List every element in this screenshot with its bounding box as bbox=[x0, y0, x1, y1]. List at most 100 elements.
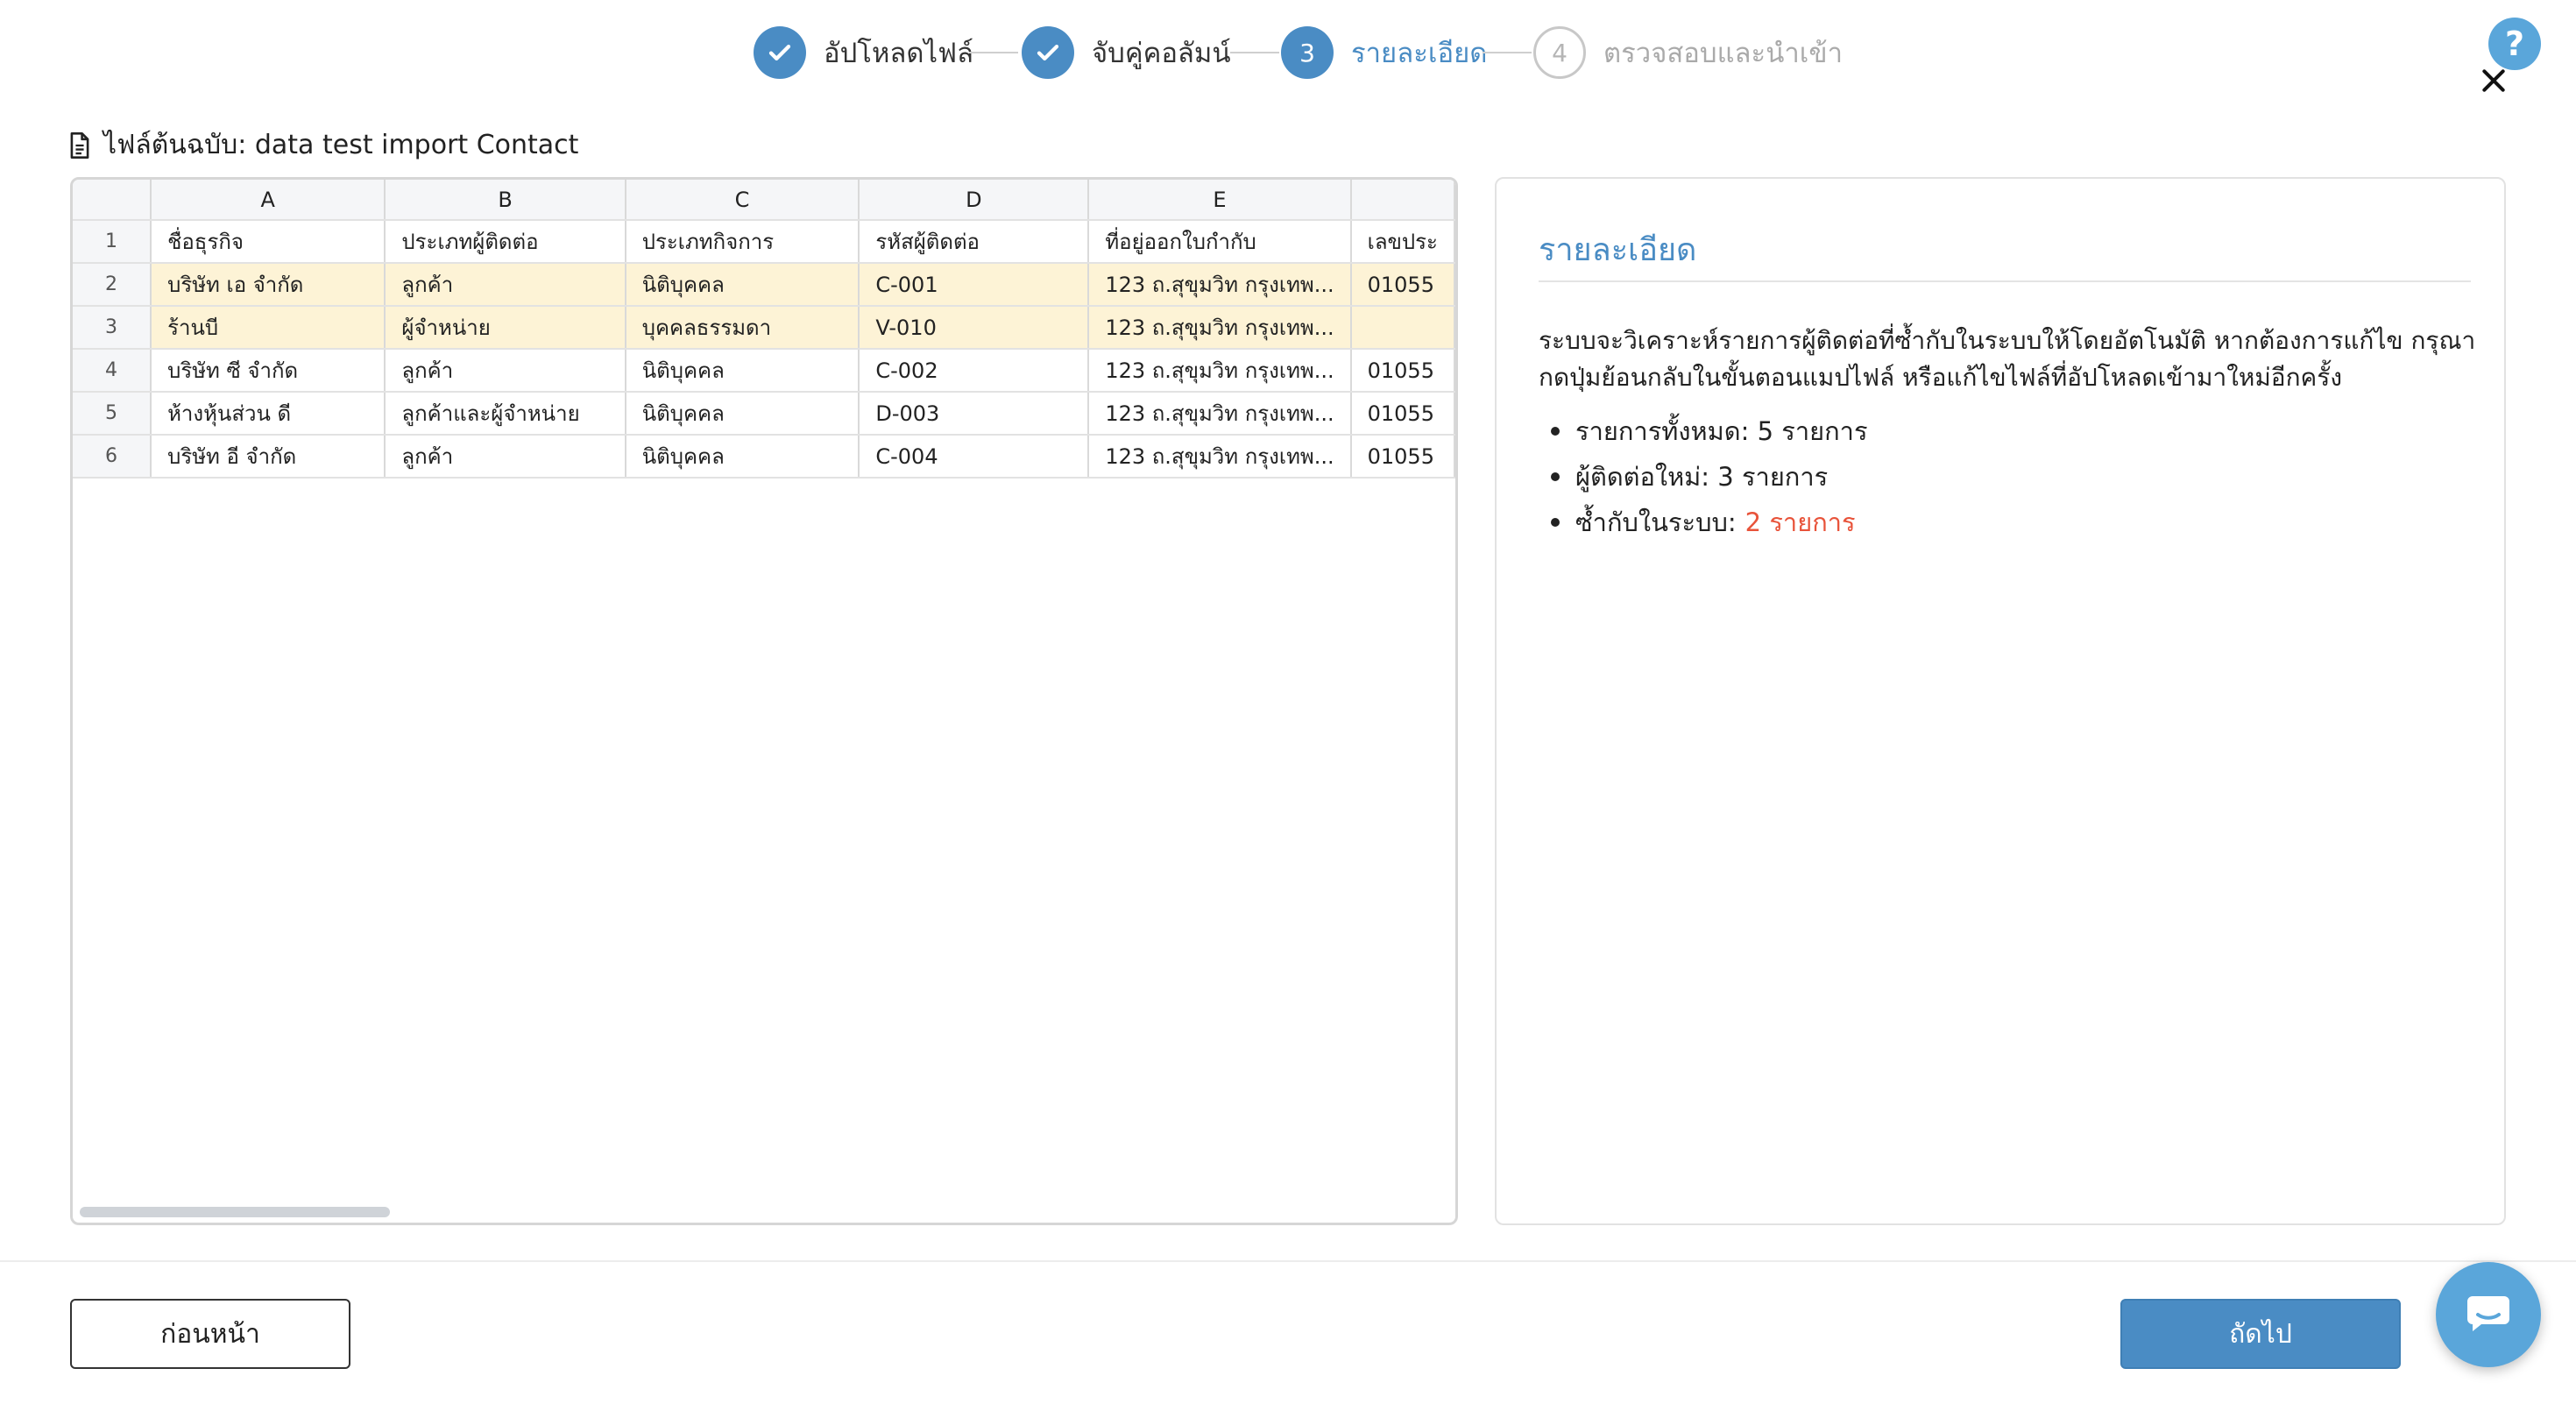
table-cell: 123 ถ.สุขุมวิท กรุงเทพ... bbox=[1088, 306, 1352, 350]
step-label: รายละเอียด bbox=[1351, 38, 1488, 69]
spreadsheet-table: A B C D E 1 ชื่อธุรกิจ ประเภทผู้ติดต่อ ป… bbox=[73, 180, 1455, 479]
next-button[interactable]: ถัดไป bbox=[2120, 1299, 2401, 1369]
bullet-icon bbox=[1551, 518, 1560, 527]
step-label: จับคู่คอลัมน์ bbox=[1092, 38, 1231, 69]
horizontal-scrollbar[interactable] bbox=[80, 1207, 390, 1217]
details-panel: รายละเอียด ระบบจะวิเคราะห์รายการผู้ติดต่… bbox=[1495, 177, 2506, 1225]
column-header-row: A B C D E bbox=[73, 180, 1455, 221]
table-cell: 123 ถ.สุขุมวิท กรุงเทพ... bbox=[1088, 349, 1352, 393]
table-cell: 123 ถ.สุขุมวิท กรุงเทพ... bbox=[1088, 263, 1352, 307]
column-header: C bbox=[625, 180, 860, 221]
step-upload-file: อัปโหลดไฟล์ bbox=[754, 25, 973, 81]
table-cell: บริษัท เอ จำกัด bbox=[151, 263, 386, 307]
details-description: ระบบจะวิเคราะห์รายการผู้ติดต่อที่ซ้ำกับใ… bbox=[1539, 326, 2476, 392]
new-count: ผู้ติดต่อใหม่: 3 รายการ bbox=[1575, 462, 1829, 492]
table-cell: ห้างหุ้นส่วน ดี bbox=[151, 392, 386, 436]
table-cell: บุคคลธรรมดา bbox=[625, 306, 860, 350]
step-review-import: 4 ตรวจสอบและนำเข้า bbox=[1533, 25, 1843, 81]
table-cell: ลูกค้าและผู้จำหน่าย bbox=[385, 392, 626, 436]
help-icon: ? bbox=[2504, 25, 2525, 63]
table-cell: 01055 bbox=[1350, 392, 1455, 436]
table-cell: นิติบุคคล bbox=[625, 435, 860, 479]
row-number: 4 bbox=[73, 349, 152, 393]
table-cell: รหัสผู้ติดต่อ bbox=[859, 220, 1090, 264]
spreadsheet-preview[interactable]: A B C D E 1 ชื่อธุรกิจ ประเภทผู้ติดต่อ ป… bbox=[70, 177, 1458, 1225]
column-header: A bbox=[151, 180, 386, 221]
chat-icon bbox=[2467, 1296, 2509, 1331]
table-cell: นิติบุคคล bbox=[625, 349, 860, 393]
step-connector bbox=[969, 52, 1018, 53]
divider bbox=[1539, 280, 2471, 282]
list-item: ซ้ำกับในระบบ: 2 รายการ bbox=[1539, 500, 1868, 545]
table-row-duplicate: 3 ร้านบี ผู้จำหน่าย บุคคลธรรมดา V-010 12… bbox=[73, 306, 1455, 350]
table-cell: 01055 bbox=[1350, 349, 1455, 393]
table-cell bbox=[1350, 306, 1455, 350]
table-cell: นิติบุคคล bbox=[625, 263, 860, 307]
table-cell: บริษัท ซี จำกัด bbox=[151, 349, 386, 393]
row-number: 3 bbox=[73, 306, 152, 350]
table-cell: นิติบุคคล bbox=[625, 392, 860, 436]
table-cell: C-001 bbox=[859, 263, 1090, 307]
bullet-icon bbox=[1551, 427, 1560, 436]
table-cell: เลขประ bbox=[1350, 220, 1455, 264]
bullet-icon bbox=[1551, 472, 1560, 481]
table-cell: ชื่อธุรกิจ bbox=[151, 220, 386, 264]
close-icon bbox=[2482, 69, 2505, 92]
step-number: 3 bbox=[1281, 26, 1334, 79]
column-header: E bbox=[1088, 180, 1352, 221]
chat-button[interactable] bbox=[2436, 1262, 2541, 1367]
table-row: 4 บริษัท ซี จำกัด ลูกค้า นิติบุคคล C-002… bbox=[73, 349, 1455, 393]
table-cell: D-003 bbox=[859, 392, 1090, 436]
table-cell: ประเภทกิจการ bbox=[625, 220, 860, 264]
step-label: อัปโหลดไฟล์ bbox=[824, 38, 974, 69]
step-number: 4 bbox=[1533, 26, 1586, 79]
table-cell: 01055 bbox=[1350, 435, 1455, 479]
duplicate-label: ซ้ำกับในระบบ: bbox=[1575, 507, 1737, 537]
row-number: 1 bbox=[73, 220, 152, 264]
check-icon bbox=[754, 26, 806, 79]
table-row: 5 ห้างหุ้นส่วน ดี ลูกค้าและผู้จำหน่าย นิ… bbox=[73, 392, 1455, 436]
column-header: D bbox=[859, 180, 1090, 221]
summary-list: รายการทั้งหมด: 5 รายการ ผู้ติดต่อใหม่: 3… bbox=[1539, 408, 1868, 545]
step-connector bbox=[1483, 52, 1532, 53]
table-cell: C-004 bbox=[859, 435, 1090, 479]
row-number: 2 bbox=[73, 263, 152, 307]
row-number: 5 bbox=[73, 392, 152, 436]
table-cell: C-002 bbox=[859, 349, 1090, 393]
list-item: ผู้ติดต่อใหม่: 3 รายการ bbox=[1539, 454, 1868, 500]
source-file-title: ไฟล์ต้นฉบับ: data test import Contact bbox=[68, 124, 578, 166]
import-stepper: อัปโหลดไฟล์ จับคู่คอลัมน์ 3 รายละเอียด 4… bbox=[0, 25, 2576, 81]
step-map-columns: จับคู่คอลัมน์ bbox=[1022, 25, 1231, 81]
column-header: B bbox=[385, 180, 626, 221]
footer-bar: ก่อนหน้า ถัดไป bbox=[0, 1260, 2576, 1404]
close-button[interactable] bbox=[2476, 63, 2511, 98]
table-cell: 01055 bbox=[1350, 263, 1455, 307]
table-row: 1 ชื่อธุรกิจ ประเภทผู้ติดต่อ ประเภทกิจกา… bbox=[73, 220, 1455, 264]
back-button[interactable]: ก่อนหน้า bbox=[70, 1299, 350, 1369]
help-button[interactable]: ? bbox=[2488, 18, 2541, 70]
table-row: 6 บริษัท อี จำกัด ลูกค้า นิติบุคคล C-004… bbox=[73, 435, 1455, 479]
step-details: 3 รายละเอียด bbox=[1281, 25, 1487, 81]
check-icon bbox=[1022, 26, 1074, 79]
file-name: ไฟล์ต้นฉบับ: data test import Contact bbox=[103, 130, 579, 160]
table-cell: ลูกค้า bbox=[385, 435, 626, 479]
list-item: รายการทั้งหมด: 5 รายการ bbox=[1539, 408, 1868, 454]
column-header bbox=[1350, 180, 1455, 221]
row-number: 6 bbox=[73, 435, 152, 479]
corner-cell bbox=[73, 180, 152, 221]
details-title: รายละเอียด bbox=[1539, 232, 1697, 268]
document-icon bbox=[70, 131, 89, 159]
table-cell: ลูกค้า bbox=[385, 263, 626, 307]
table-cell: ลูกค้า bbox=[385, 349, 626, 393]
table-cell: ประเภทผู้ติดต่อ bbox=[385, 220, 626, 264]
table-cell: 123 ถ.สุขุมวิท กรุงเทพ... bbox=[1088, 392, 1352, 436]
total-count: รายการทั้งหมด: 5 รายการ bbox=[1575, 416, 1868, 446]
table-cell: ผู้จำหน่าย bbox=[385, 306, 626, 350]
step-label: ตรวจสอบและนำเข้า bbox=[1603, 38, 1843, 69]
table-cell: ที่อยู่ออกใบกำกับ bbox=[1088, 220, 1352, 264]
table-row-duplicate: 2 บริษัท เอ จำกัด ลูกค้า นิติบุคคล C-001… bbox=[73, 263, 1455, 307]
table-cell: ร้านบี bbox=[151, 306, 386, 350]
table-cell: 123 ถ.สุขุมวิท กรุงเทพ... bbox=[1088, 435, 1352, 479]
table-cell: V-010 bbox=[859, 306, 1090, 350]
step-connector bbox=[1230, 52, 1279, 53]
